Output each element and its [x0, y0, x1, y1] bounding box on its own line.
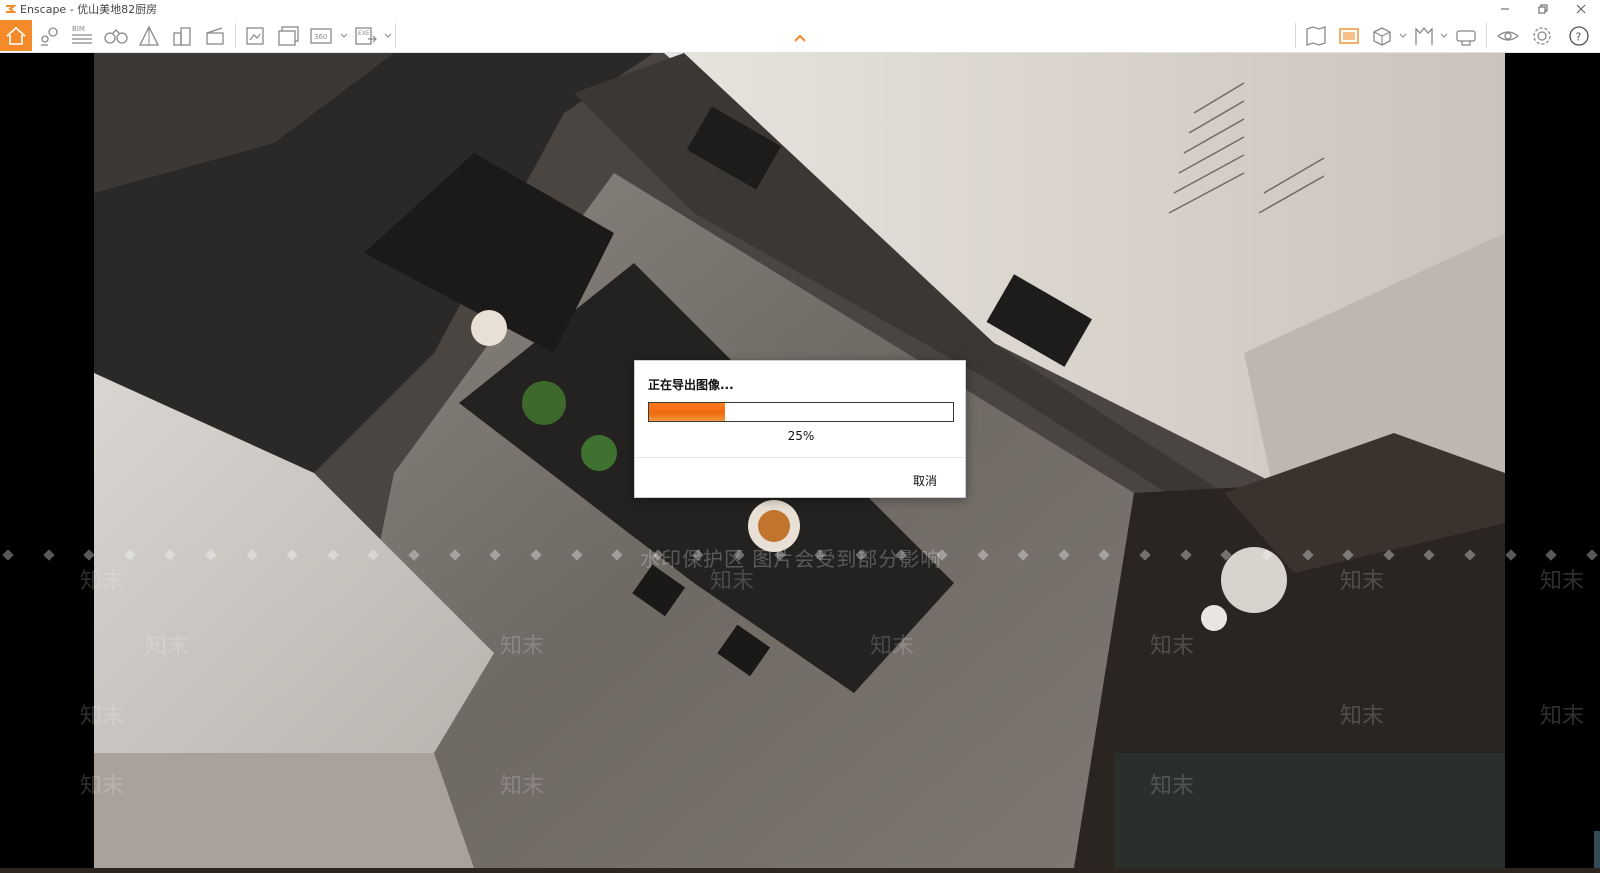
- watermark-logo: 知末: [1340, 569, 1385, 594]
- map-pin-icon: [41, 26, 58, 46]
- video-editor-button[interactable]: [199, 20, 231, 51]
- minimize-button[interactable]: [1486, 0, 1524, 18]
- views-button[interactable]: [1366, 20, 1398, 51]
- watermark-logo: 知末: [1150, 774, 1195, 799]
- progress-percent-label: 25%: [787, 429, 815, 443]
- bottom-strip: [0, 868, 1600, 873]
- close-button[interactable]: [1562, 0, 1600, 18]
- watermark-logo: 知末: [145, 634, 190, 659]
- watermark-banner: 水印保护区 图片会受到部分影响: [640, 547, 942, 571]
- bim-icon: BIM: [72, 25, 92, 44]
- watermark-logo: 知末: [80, 704, 125, 729]
- location-button[interactable]: [34, 20, 66, 51]
- watermark-logo: 知末: [80, 569, 125, 594]
- buildings-icon: [173, 26, 191, 46]
- watermark-logo: 知末: [80, 774, 125, 799]
- watermark-logo: 知末: [1340, 704, 1385, 729]
- title-bar: Enscape - 优山美地82厨房: [0, 0, 1600, 18]
- vr-button[interactable]: [1450, 20, 1482, 51]
- main-toolbar: BIM 360 EXE ?: [0, 18, 1600, 53]
- scroll-handle[interactable]: [1594, 831, 1600, 873]
- help-icon: ?: [1569, 25, 1589, 46]
- batch-render-button[interactable]: [273, 20, 305, 51]
- library-dropdown-chevron-icon[interactable]: [1440, 32, 1448, 40]
- watermark-logo: 知末: [500, 634, 545, 659]
- perspective-button[interactable]: [133, 20, 165, 51]
- visual-settings-button[interactable]: [1333, 20, 1365, 51]
- home-icon: [6, 26, 26, 45]
- cancel-button[interactable]: 取消: [913, 472, 937, 489]
- watermark-logo: 知末: [1540, 569, 1585, 594]
- restore-button[interactable]: [1524, 0, 1562, 18]
- watermark-logo: 知末: [1150, 634, 1195, 659]
- clapperboard-icon: [206, 26, 224, 45]
- panorama-dropdown-chevron-icon[interactable]: [340, 32, 348, 40]
- watermark-logo: 知末: [710, 569, 755, 594]
- screenshot-button[interactable]: [240, 20, 272, 51]
- dialog-title: 正在导出图像...: [648, 378, 734, 392]
- progress-fill: [649, 403, 725, 421]
- map-icon: [1306, 25, 1326, 46]
- help-button[interactable]: ?: [1563, 20, 1595, 51]
- batch-render-icon: [278, 25, 299, 46]
- views-dropdown-chevron-icon[interactable]: [1399, 32, 1407, 40]
- svg-text:EXE: EXE: [358, 30, 370, 37]
- visibility-button[interactable]: [1492, 20, 1524, 51]
- panorama-360-icon: 360: [310, 27, 332, 44]
- binoculars-icon: [104, 28, 128, 44]
- settings-gear-icon: [1533, 26, 1551, 45]
- export-progress-dialog: 正在导出图像... 25% 取消: [634, 360, 966, 498]
- asset-library-button[interactable]: [1408, 20, 1440, 51]
- window-title: Enscape - 优山美地82厨房: [20, 3, 158, 16]
- vr-headset-icon: [1456, 29, 1476, 46]
- settings-button[interactable]: [1526, 20, 1558, 51]
- export-exe-icon: EXE: [355, 26, 377, 45]
- watermark-logo: 知末: [500, 774, 545, 799]
- asset-library-icon: [1415, 26, 1433, 45]
- svg-text:360: 360: [314, 33, 327, 41]
- map-view-button[interactable]: [1300, 20, 1332, 51]
- dialog-divider: [635, 457, 965, 458]
- svg-text:BIM: BIM: [72, 25, 85, 33]
- perspective-icon: [138, 25, 160, 46]
- image-frame-icon: [1339, 27, 1359, 44]
- watermark-logo: 知末: [1540, 704, 1585, 729]
- watermark-logo: 知末: [870, 634, 915, 659]
- cube-icon: [1373, 26, 1391, 46]
- panorama-button[interactable]: 360: [306, 20, 338, 51]
- export-dropdown-chevron-icon[interactable]: [384, 32, 392, 40]
- eye-icon: [1496, 30, 1520, 41]
- buildings-button[interactable]: [166, 20, 198, 51]
- screenshot-icon: [246, 26, 264, 45]
- walk-view-button[interactable]: [100, 20, 132, 51]
- export-exe-button[interactable]: EXE: [350, 20, 382, 51]
- svg-text:?: ?: [1576, 30, 1582, 43]
- export-progress-bar: [648, 402, 954, 422]
- bim-button[interactable]: BIM: [66, 20, 98, 51]
- home-button[interactable]: [0, 20, 32, 51]
- collapse-toolbar-chevron-icon[interactable]: [793, 28, 807, 42]
- enscape-logo-icon: [4, 3, 16, 15]
